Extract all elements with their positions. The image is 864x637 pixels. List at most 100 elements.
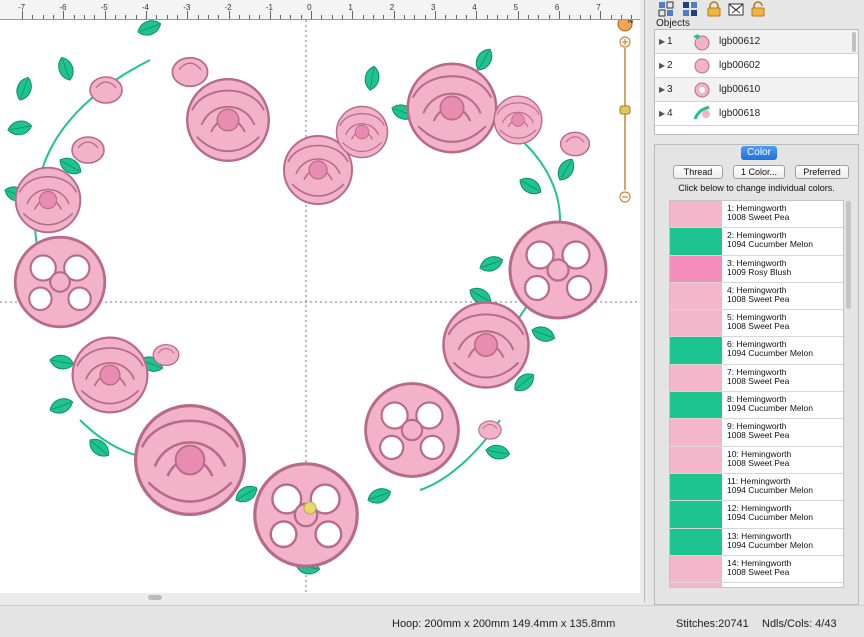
ruler-minor-tick: [32, 15, 34, 19]
select-objects-icon[interactable]: [658, 1, 674, 17]
horizontal-scrollbar[interactable]: [0, 593, 640, 602]
ruler-label: -5: [100, 3, 108, 12]
thread-button[interactable]: Thread: [673, 165, 723, 179]
color-swatch[interactable]: [670, 501, 722, 528]
ruler-minor-tick: [620, 15, 622, 19]
expand-triangle-icon[interactable]: ▶: [659, 85, 667, 94]
zoom-slider[interactable]: N: [616, 20, 636, 210]
expand-triangle-icon[interactable]: ▶: [659, 37, 667, 46]
ruler-minor-tick: [249, 15, 251, 19]
list-item[interactable]: ▶ 2 lgb00602: [655, 54, 858, 78]
color-row[interactable]: 7: Hemingworth 1008 Sweet Pea: [670, 364, 843, 393]
embroidery-design[interactable]: [0, 20, 640, 595]
preferred-button[interactable]: Preferred: [795, 165, 849, 179]
color-panel: Color Thread 1 Color... Preferred Click …: [654, 144, 859, 605]
ruler-tick: [228, 11, 230, 19]
ruler-minor-tick: [424, 15, 426, 19]
expand-triangle-icon[interactable]: ▶: [659, 61, 667, 70]
tab-color[interactable]: Color: [741, 146, 777, 160]
thread-name: 1094 Cucumber Melon: [727, 403, 813, 414]
color-swatch[interactable]: [670, 364, 722, 392]
color-swatch[interactable]: [670, 555, 722, 583]
ruler-tick: [269, 11, 271, 19]
color-swatch[interactable]: [670, 528, 722, 555]
ruler-minor-tick: [321, 15, 323, 19]
color-swatch[interactable]: [670, 310, 722, 337]
needle-color-count: Ndls/Cols: 4/43: [762, 618, 837, 630]
lock-icon[interactable]: [706, 1, 722, 17]
object-thumbnail: [693, 34, 710, 50]
one-color-button[interactable]: 1 Color...: [733, 165, 785, 179]
color-swatch[interactable]: [670, 255, 722, 282]
ruler-minor-tick: [331, 15, 333, 19]
color-swatch[interactable]: [670, 201, 722, 228]
color-list-scrollbar[interactable]: [846, 201, 851, 309]
north-compass-icon: N: [617, 20, 633, 32]
object-thumbnail: [694, 82, 710, 97]
color-row[interactable]: 13: Hemingworth 1094 Cucumber Melon: [670, 528, 843, 556]
thread-name: 1094 Cucumber Melon: [727, 539, 813, 550]
color-swatch[interactable]: [670, 583, 722, 587]
color-swatch[interactable]: [670, 392, 722, 419]
ruler-minor-tick: [125, 15, 127, 19]
ruler-minor-tick: [486, 15, 488, 19]
stitch-count: Stitches:20741: [676, 618, 749, 630]
close-envelope-icon[interactable]: [728, 1, 744, 17]
ruler-label: 4: [472, 3, 477, 12]
design-canvas[interactable]: [0, 20, 640, 595]
color-row[interactable]: 11: Hemingworth 1094 Cucumber Melon: [670, 473, 843, 502]
color-row[interactable]: 10: Hemingworth 1008 Sweet Pea: [670, 446, 843, 474]
color-hint-text: Click below to change individual colors.: [678, 183, 835, 193]
status-bar: Hoop: 200mm x 200mm 149.4mm x 135.8mm St…: [0, 605, 864, 637]
color-row[interactable]: 12: Hemingworth 1094 Cucumber Melon: [670, 501, 843, 529]
ruler-tick: [393, 11, 395, 19]
object-thumbnail: [694, 58, 710, 73]
ruler-minor-tick: [176, 15, 178, 19]
ruler-minor-tick: [83, 15, 85, 19]
color-row[interactable]: 15: Hemingworth1008 Sweet Pea: [670, 583, 843, 587]
color-swatch[interactable]: [670, 337, 722, 364]
color-row[interactable]: 9: Hemingworth 1008 Sweet Pea: [670, 419, 843, 447]
color-row[interactable]: 5: Hemingworth 1008 Sweet Pea: [670, 310, 843, 338]
ruler-minor-tick: [42, 15, 44, 19]
objects-list[interactable]: ▶ 1 lgb00612 ▶ 2 lgb00602 ▶ 3 lgb00610 ▶…: [654, 29, 859, 135]
thread-name: 1008 Sweet Pea: [727, 457, 790, 468]
ruler-label: -6: [59, 3, 67, 12]
color-swatch[interactable]: [670, 473, 722, 501]
thread-name: 1008 Sweet Pea: [727, 430, 790, 441]
hoop-size: Hoop: 200mm x 200mm: [392, 618, 510, 630]
ruler-minor-tick: [52, 15, 54, 19]
ruler-minor-tick: [94, 15, 96, 19]
ruler-tick: [558, 11, 560, 19]
list-item[interactable]: ▶ 4 lgb00618: [655, 102, 858, 126]
ruler-label: 5: [513, 3, 519, 12]
ruler-minor-tick: [465, 15, 467, 19]
color-list[interactable]: 1: Hemingworth 1008 Sweet Pea 2: Hemingwor…: [669, 200, 844, 588]
color-row[interactable]: 3: Hemingworth 1009 Rosy Blush: [670, 255, 843, 283]
list-item[interactable]: ▶ 3 lgb00610: [655, 78, 858, 102]
color-row[interactable]: 1: Hemingworth 1008 Sweet Pea: [670, 201, 843, 229]
object-number: 1: [667, 36, 673, 47]
color-row[interactable]: 2: Hemingworth 1094 Cucumber Melon: [670, 228, 843, 256]
expand-triangle-icon[interactable]: ▶: [659, 109, 667, 118]
color-swatch[interactable]: [670, 282, 722, 310]
color-row[interactable]: 8: Hemingworth 1094 Cucumber Melon: [670, 392, 843, 420]
color-row[interactable]: 4: Hemingworth 1008 Sweet Pea: [670, 282, 843, 311]
color-row[interactable]: 14: Hemingworth 1008 Sweet Pea: [670, 555, 843, 584]
color-swatch[interactable]: [670, 419, 722, 446]
color-row[interactable]: 6: Hemingworth 1094 Cucumber Melon: [670, 337, 843, 365]
ruler-minor-tick: [238, 15, 240, 19]
scrollbar-thumb[interactable]: [148, 595, 162, 600]
color-swatch[interactable]: [670, 228, 722, 255]
group-objects-icon[interactable]: [682, 1, 698, 17]
lock-open-icon[interactable]: [750, 1, 766, 17]
side-panel: Objects ▶ 1 lgb00612 ▶ 2 lgb00602 ▶ 3 lg…: [648, 0, 864, 605]
color-swatch[interactable]: [670, 446, 722, 473]
objects-scrollbar[interactable]: [852, 32, 856, 52]
thread-name: 1008 Sweet Pea: [727, 293, 790, 304]
list-item[interactable]: ▶ 1 lgb00612: [655, 30, 858, 54]
ruler-label: -4: [141, 3, 150, 12]
object-name: lgb00618: [719, 108, 761, 119]
ruler-minor-tick: [455, 15, 457, 19]
ruler-minor-tick: [166, 15, 168, 19]
